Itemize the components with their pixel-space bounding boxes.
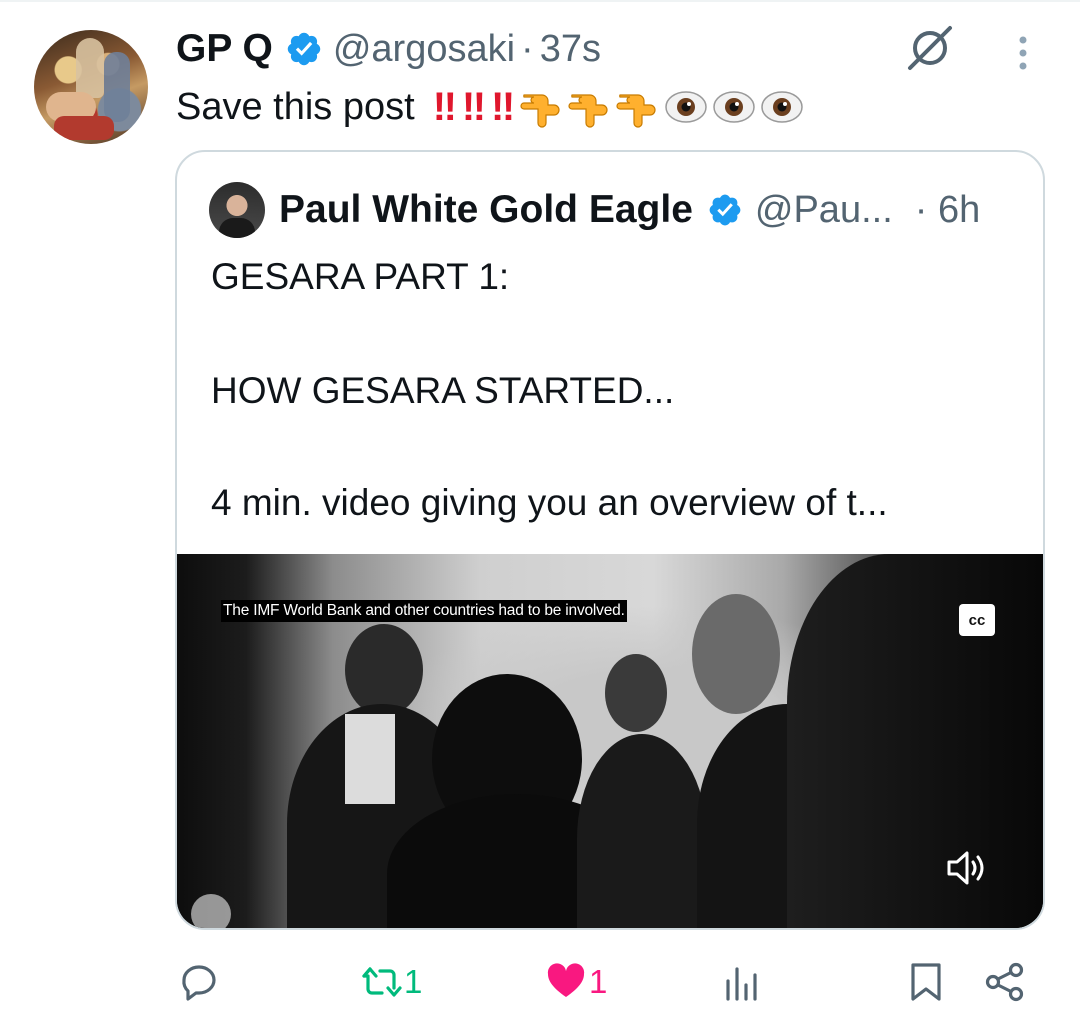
pointing-down-hand-icon	[520, 94, 560, 128]
double-exclamation-emoji: ‼	[461, 84, 486, 129]
reply-icon	[182, 965, 216, 1001]
post-text: Save this post ‼ ‼ ‼	[176, 82, 808, 132]
verified-badge-icon	[287, 32, 321, 66]
post-time[interactable]: 37s	[540, 28, 601, 71]
pointing-down-hand-icon	[568, 94, 608, 128]
share-icon	[985, 962, 1024, 1002]
avatar-figure	[104, 52, 130, 122]
video-figure	[191, 894, 231, 928]
quoted-text-line: 4 min. video giving you an overview of t…	[211, 482, 888, 523]
eye-emoji-icon	[665, 91, 707, 123]
quoted-post-time[interactable]: · 6h	[915, 189, 980, 232]
quoted-author-avatar[interactable]	[209, 182, 265, 238]
views-icon	[726, 967, 757, 1001]
views-button[interactable]	[721, 960, 765, 1004]
quoted-author-name[interactable]: Paul White Gold Eagle	[279, 188, 693, 232]
like-button[interactable]: 1	[545, 960, 607, 1004]
post-text-body: Save this post	[176, 85, 415, 128]
bookmark-icon	[911, 963, 941, 1001]
quoted-tweet-card[interactable]: Paul White Gold Eagle @Pau... · 6h GESAR…	[175, 150, 1045, 930]
quoted-text-line: GESARA PART 1:	[211, 256, 510, 297]
tweet-header: GP Q @argosaki · 37s	[176, 26, 601, 72]
author-handle[interactable]: @argosaki	[333, 28, 515, 71]
video-figure	[345, 624, 423, 716]
repost-count: 1	[404, 963, 423, 1000]
closed-captions-button[interactable]: cc	[959, 604, 995, 636]
reply-button[interactable]	[178, 960, 222, 1004]
eye-emoji-icon	[713, 91, 755, 123]
video-figure	[345, 714, 395, 804]
volume-icon[interactable]	[943, 848, 989, 888]
video-figure	[692, 594, 780, 714]
author-avatar[interactable]	[34, 30, 148, 144]
repost-icon	[362, 967, 402, 997]
dot-separator: ·	[521, 27, 534, 70]
quoted-text-line: HOW GESARA STARTED...	[211, 370, 675, 411]
pointing-down-hand-icon	[616, 94, 656, 128]
avatar-figure	[54, 116, 114, 140]
grok-icon[interactable]	[904, 22, 956, 74]
quoted-author-handle[interactable]: @Pau...	[755, 189, 893, 232]
video-player[interactable]: The IMF World Bank and other countries h…	[177, 554, 1043, 928]
quoted-tweet-header: Paul White Gold Eagle @Pau... · 6h	[279, 186, 980, 234]
bookmark-button[interactable]	[905, 960, 947, 1004]
avatar-figure	[219, 218, 255, 238]
video-caption: The IMF World Bank and other countries h…	[221, 600, 627, 622]
action-bar: 1 1	[0, 950, 1080, 1014]
heart-icon	[547, 963, 585, 997]
emoji-row: ‼ ‼ ‼	[433, 85, 809, 130]
repost-button[interactable]: 1	[360, 960, 422, 1004]
verified-badge-icon	[709, 194, 741, 226]
like-count: 1	[589, 963, 608, 1000]
eye-emoji-icon	[761, 91, 803, 123]
author-name[interactable]: GP Q	[176, 27, 273, 71]
share-button[interactable]	[984, 960, 1026, 1004]
video-figure	[577, 734, 707, 928]
double-exclamation-emoji: ‼	[432, 84, 457, 129]
top-divider	[0, 0, 1080, 2]
avatar-figure	[76, 38, 104, 98]
more-options-icon[interactable]	[1010, 34, 1036, 74]
video-figure	[605, 654, 667, 732]
double-exclamation-emoji: ‼	[491, 84, 515, 129]
video-figure	[787, 554, 1043, 928]
